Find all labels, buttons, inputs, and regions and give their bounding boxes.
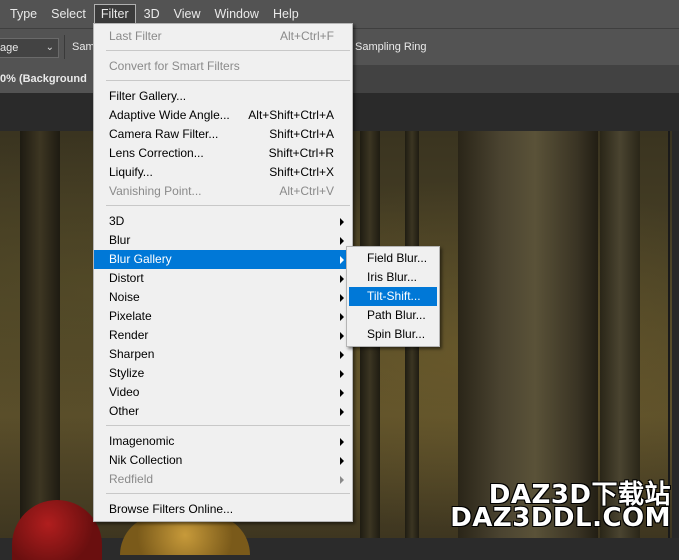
submenu-arrow-icon <box>340 275 344 283</box>
menu-item-label: Stylize <box>109 366 145 380</box>
submenu-item-path-blur[interactable]: Path Blur... <box>349 306 437 325</box>
menu-item-shortcut: Alt+Shift+Ctrl+A <box>248 108 334 122</box>
menu-item-label: Vanishing Point... <box>109 184 202 198</box>
filter-menu: Last Filter Alt+Ctrl+F Convert for Smart… <box>93 23 353 522</box>
menu-window[interactable]: Window <box>209 4 265 24</box>
menu-item-blur[interactable]: Blur <box>94 231 352 250</box>
menu-item-label: Last Filter <box>109 29 162 43</box>
submenu-arrow-icon <box>340 457 344 465</box>
menu-divider <box>106 493 350 494</box>
menu-item-nik-collection[interactable]: Nik Collection <box>94 451 352 470</box>
menu-item-other[interactable]: Other <box>94 402 352 421</box>
menu-item-label: Convert for Smart Filters <box>109 59 240 73</box>
menu-item-stylize[interactable]: Stylize <box>94 364 352 383</box>
menu-item-adaptive-wide-angle[interactable]: Adaptive Wide Angle... Alt+Shift+Ctrl+A <box>94 106 352 125</box>
menu-item-label: Noise <box>109 290 140 304</box>
menu-item-label: Video <box>109 385 140 399</box>
menu-item-convert-smart-filters[interactable]: Convert for Smart Filters <box>94 57 352 76</box>
menu-item-shortcut: Alt+Ctrl+V <box>279 184 334 198</box>
menu-item-label: Browse Filters Online... <box>109 502 234 516</box>
submenu-arrow-icon <box>340 218 344 226</box>
sample-size-value: age <box>0 42 19 54</box>
submenu-arrow-icon <box>340 476 344 484</box>
menu-divider <box>106 80 350 81</box>
submenu-item-spin-blur[interactable]: Spin Blur... <box>349 325 437 344</box>
menu-item-shortcut: Shift+Ctrl+R <box>268 146 334 160</box>
menu-item-imagenomic[interactable]: Imagenomic <box>94 432 352 451</box>
menu-item-render[interactable]: Render <box>94 326 352 345</box>
menu-item-label: Pixelate <box>109 309 152 323</box>
watermark-line2: DAZ3DDL.COM <box>450 503 671 533</box>
menu-item-lens-correction[interactable]: Lens Correction... Shift+Ctrl+R <box>94 144 352 163</box>
menu-filter[interactable]: Filter <box>93 4 136 24</box>
menu-3d[interactable]: 3D <box>138 4 166 24</box>
menu-item-filter-gallery[interactable]: Filter Gallery... <box>94 87 352 106</box>
document-tab[interactable]: 0% (Background <box>0 65 97 93</box>
menu-item-liquify[interactable]: Liquify... Shift+Ctrl+X <box>94 163 352 182</box>
submenu-item-iris-blur[interactable]: Iris Blur... <box>349 268 437 287</box>
menu-item-noise[interactable]: Noise <box>94 288 352 307</box>
menu-divider <box>106 50 350 51</box>
menu-type[interactable]: Type <box>4 4 43 24</box>
sampling-ring-label[interactable]: Sampling Ring <box>355 41 427 53</box>
menu-item-label: Redfield <box>109 472 154 486</box>
menu-item-sharpen[interactable]: Sharpen <box>94 345 352 364</box>
submenu-arrow-icon <box>340 389 344 397</box>
submenu-arrow-icon <box>340 313 344 321</box>
submenu-item-label: Tilt-Shift... <box>367 289 421 303</box>
menu-item-label: 3D <box>109 214 125 228</box>
menu-divider <box>106 205 350 206</box>
menu-item-vanishing-point[interactable]: Vanishing Point... Alt+Ctrl+V <box>94 182 352 201</box>
chevron-down-icon: ⌄ <box>45 42 54 53</box>
submenu-arrow-icon <box>340 237 344 245</box>
menu-item-distort[interactable]: Distort <box>94 269 352 288</box>
menu-item-label: Filter Gallery... <box>109 89 187 103</box>
menu-item-label: Adaptive Wide Angle... <box>109 108 230 122</box>
menu-item-label: Render <box>109 328 149 342</box>
options-divider <box>64 35 65 59</box>
menu-item-label: Liquify... <box>109 165 153 179</box>
menu-item-label: Lens Correction... <box>109 146 204 160</box>
menu-item-shortcut: Shift+Ctrl+A <box>269 127 334 141</box>
submenu-arrow-icon <box>340 438 344 446</box>
submenu-arrow-icon <box>340 332 344 340</box>
menu-item-shortcut: Shift+Ctrl+X <box>269 165 334 179</box>
menu-item-redfield[interactable]: Redfield <box>94 470 352 489</box>
sample-label: Sam <box>72 41 95 53</box>
menu-help[interactable]: Help <box>267 4 305 24</box>
menu-item-label: Blur Gallery <box>109 252 172 266</box>
blur-gallery-submenu: Field Blur... Iris Blur... Tilt-Shift...… <box>346 246 440 347</box>
submenu-arrow-icon <box>340 351 344 359</box>
menu-item-last-filter[interactable]: Last Filter Alt+Ctrl+F <box>94 27 352 46</box>
submenu-arrow-icon <box>340 408 344 416</box>
submenu-item-label: Path Blur... <box>367 308 426 322</box>
submenu-arrow-icon <box>340 256 344 264</box>
submenu-item-field-blur[interactable]: Field Blur... <box>349 249 437 268</box>
menu-item-camera-raw-filter[interactable]: Camera Raw Filter... Shift+Ctrl+A <box>94 125 352 144</box>
menu-item-shortcut: Alt+Ctrl+F <box>279 29 334 43</box>
menu-item-video[interactable]: Video <box>94 383 352 402</box>
menu-item-label: Blur <box>109 233 131 247</box>
menu-item-label: Other <box>109 404 140 418</box>
submenu-arrow-icon <box>340 294 344 302</box>
submenu-item-label: Spin Blur... <box>367 327 426 341</box>
menu-item-browse-filters-online[interactable]: Browse Filters Online... <box>94 500 352 519</box>
menu-view[interactable]: View <box>168 4 207 24</box>
menu-item-3d[interactable]: 3D <box>94 212 352 231</box>
menu-item-label: Camera Raw Filter... <box>109 127 219 141</box>
sample-size-select[interactable]: age ⌄ <box>0 38 59 58</box>
menu-item-label: Distort <box>109 271 144 285</box>
menu-divider <box>106 425 350 426</box>
menu-select[interactable]: Select <box>45 4 92 24</box>
tree-trunk <box>20 131 60 538</box>
submenu-item-label: Field Blur... <box>367 251 428 265</box>
menu-item-blur-gallery[interactable]: Blur Gallery <box>94 250 352 269</box>
submenu-item-label: Iris Blur... <box>367 270 418 284</box>
menu-item-pixelate[interactable]: Pixelate <box>94 307 352 326</box>
submenu-item-tilt-shift[interactable]: Tilt-Shift... <box>349 287 437 306</box>
menu-item-label: Sharpen <box>109 347 155 361</box>
submenu-arrow-icon <box>340 370 344 378</box>
menu-item-label: Imagenomic <box>109 434 175 448</box>
menu-item-label: Nik Collection <box>109 453 183 467</box>
